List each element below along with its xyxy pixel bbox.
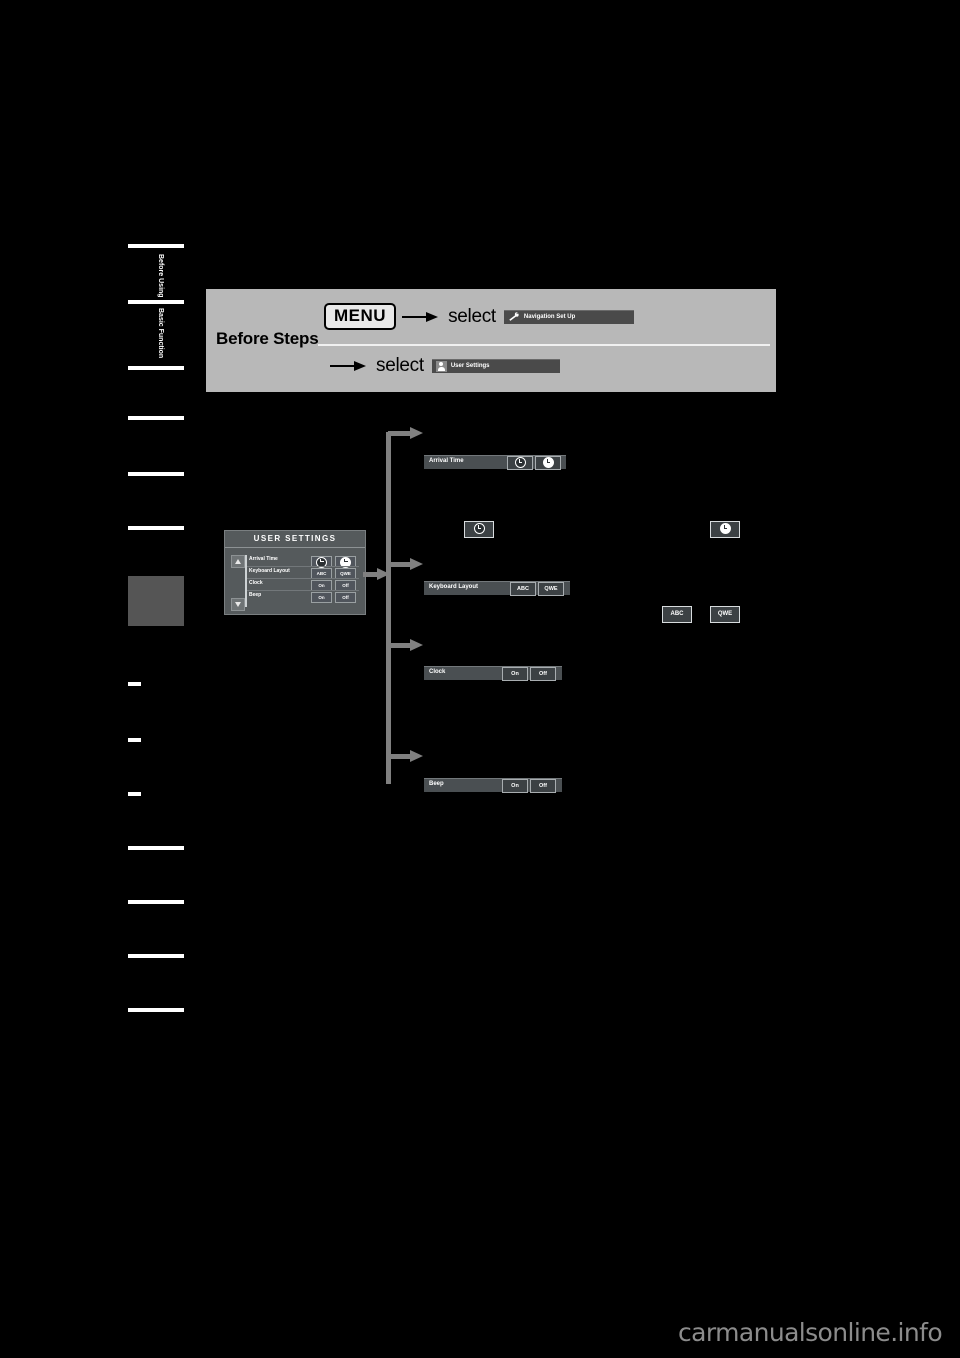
clock-filled-icon (542, 457, 554, 469)
sidebar-tabs: Before Using Basic Function (128, 244, 184, 1024)
callout-keyboard-abc-button[interactable]: ABC (662, 606, 692, 623)
keyboard-layout-abc-button[interactable]: ABC (510, 582, 536, 596)
user-settings-screen-title: USER SETTINGS (253, 534, 337, 543)
scroll-down-icon[interactable] (231, 598, 245, 611)
sidebar-tab-label: Before Using (157, 254, 164, 298)
sidebar-tab-rule-13[interactable] (128, 954, 184, 958)
manual-page: Before Using Basic Function Before Steps… (0, 0, 960, 1358)
callout-keyboard-qwe-button[interactable]: QWE (710, 606, 740, 623)
clock-icon (473, 522, 485, 534)
before-steps-panel: Before Steps MENU select Navigation Set … (206, 289, 776, 392)
callout-arrival-time-clock-left[interactable] (464, 521, 494, 538)
detail-row-arrival-time[interactable]: Arrival Time (424, 455, 566, 470)
sidebar-tab-basic-function[interactable]: Basic Function (128, 300, 184, 359)
user-settings-label: User Settings (450, 363, 490, 369)
sidebar-tab-rule-11[interactable] (128, 846, 184, 850)
arrival-time-option-2[interactable] (335, 555, 356, 568)
clock-on-button[interactable]: On (311, 579, 332, 591)
detail-row-label: Keyboard Layout (429, 584, 479, 590)
wrench-icon (508, 311, 520, 322)
sidebar-tab-rule-8[interactable] (128, 682, 141, 686)
before-steps-divider (318, 344, 770, 346)
detail-row-clock[interactable]: Clock On Off (424, 666, 562, 681)
sidebar-tab-rule-14[interactable] (128, 1008, 184, 1012)
detail-row-label: Arrival Time (429, 458, 464, 464)
row-label: Clock (249, 580, 263, 586)
beep-on-button[interactable]: On (311, 591, 332, 603)
select-label-2: select (376, 355, 424, 376)
menu-hardkey-button[interactable]: MENU (324, 303, 397, 330)
sidebar-tab-rule-4[interactable] (128, 416, 184, 420)
navigation-set-up-button[interactable]: Navigation Set Up (503, 309, 634, 324)
tab-rule (128, 300, 184, 304)
site-watermark: carmanualsonline.info (678, 1318, 943, 1347)
keyboard-layout-abc-button[interactable]: ABC (311, 567, 332, 579)
row-label: Keyboard Layout (249, 568, 290, 574)
sidebar-tab-rule-6[interactable] (128, 526, 184, 530)
clock-off-button[interactable]: Off (335, 579, 356, 591)
beep-off-button[interactable]: Off (530, 779, 556, 793)
arrow-right-icon (330, 360, 368, 372)
detail-row-label: Beep (429, 781, 444, 787)
arrival-time-option-1[interactable] (311, 555, 332, 568)
beep-on-button[interactable]: On (502, 779, 528, 793)
flow-spine (386, 432, 391, 784)
row-label: Arrival Time (249, 556, 278, 562)
tab-rule (128, 244, 184, 248)
screen-row-keyboard-layout[interactable]: Keyboard Layout ABC QWE (247, 567, 359, 579)
clock-on-button[interactable]: On (502, 667, 528, 681)
before-steps-row-2: select User Settings (324, 355, 560, 377)
detail-row-keyboard-layout[interactable]: Keyboard Layout ABC QWE (424, 581, 570, 596)
user-settings-button[interactable]: User Settings (431, 359, 560, 373)
keyboard-layout-qwe-button[interactable]: QWE (335, 567, 356, 579)
clock-icon (514, 457, 526, 469)
screen-row-clock[interactable]: Clock On Off (247, 579, 359, 591)
clock-off-button[interactable]: Off (530, 667, 556, 681)
arrow-right-icon (402, 311, 440, 323)
sidebar-tab-rule-3[interactable] (128, 366, 184, 370)
screen-row-beep[interactable]: Beep On Off (247, 591, 359, 603)
beep-off-button[interactable]: Off (335, 591, 356, 603)
select-label-1: select (448, 305, 496, 327)
sidebar-tab-label: Basic Function (157, 308, 164, 359)
scroll-up-icon[interactable] (231, 555, 245, 568)
navigation-set-up-label: Navigation Set Up (523, 313, 576, 320)
sidebar-tab-active-highlight[interactable] (128, 576, 184, 626)
callout-arrival-time-clock-right[interactable] (710, 521, 740, 538)
screen-title-divider (225, 547, 365, 548)
person-icon (435, 360, 447, 372)
row-label: Beep (249, 592, 262, 598)
keyboard-layout-qwe-button[interactable]: QWE (538, 582, 564, 596)
sidebar-tab-before-using[interactable]: Before Using (128, 244, 184, 298)
user-settings-screen: USER SETTINGS Arrival Time Keyboard Layo… (224, 530, 366, 615)
sidebar-tab-rule-12[interactable] (128, 900, 184, 904)
before-steps-title: Before Steps (216, 329, 319, 348)
sidebar-tab-rule-10[interactable] (128, 792, 141, 796)
arrival-time-option-2-button[interactable] (535, 456, 561, 470)
detail-row-label: Clock (429, 669, 446, 675)
clock-filled-icon (719, 522, 731, 534)
sidebar-tab-rule-9[interactable] (128, 738, 141, 742)
sidebar-tab-rule-5[interactable] (128, 472, 184, 476)
before-steps-row-1: MENU select Navigation Set Up (324, 303, 634, 330)
detail-row-beep[interactable]: Beep On Off (424, 778, 562, 793)
arrival-time-option-1-button[interactable] (507, 456, 533, 470)
screen-row-arrival-time[interactable]: Arrival Time (247, 555, 359, 568)
